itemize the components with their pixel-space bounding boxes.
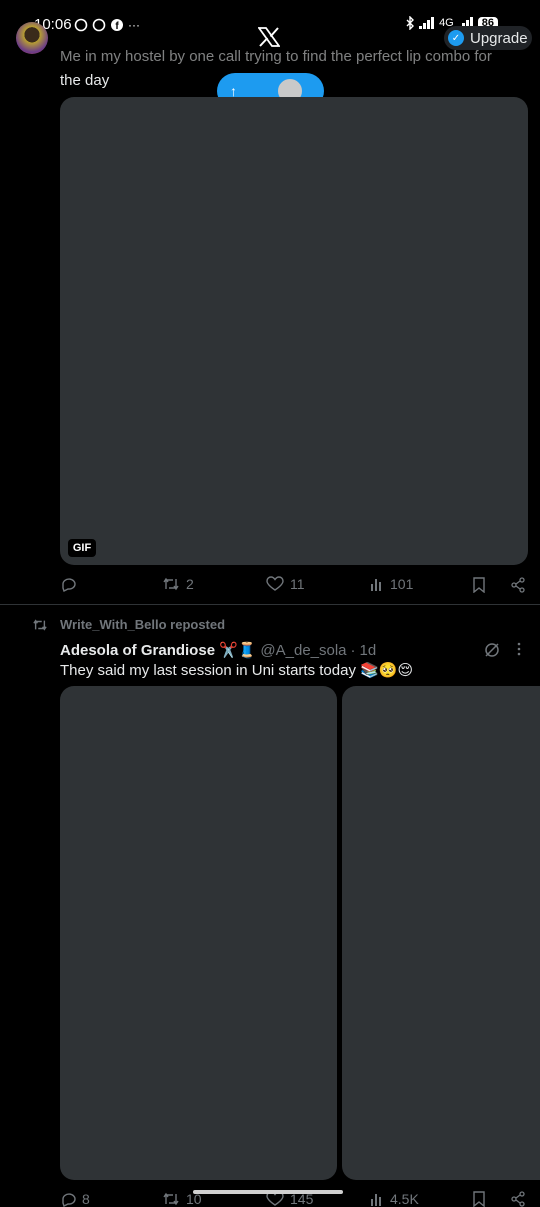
heart-icon bbox=[266, 576, 284, 591]
bluetooth-icon bbox=[406, 16, 415, 30]
upgrade-button[interactable]: ✓ Upgrade bbox=[444, 26, 532, 50]
reply-icon bbox=[62, 1193, 76, 1207]
home-indicator[interactable] bbox=[193, 1190, 343, 1194]
repost-icon bbox=[33, 618, 47, 631]
tweet-divider bbox=[0, 604, 540, 605]
author-name[interactable]: Adesola of Grandiose bbox=[60, 642, 215, 659]
whatsapp-business-icon bbox=[92, 18, 106, 32]
reply-icon bbox=[62, 578, 76, 592]
views-button[interactable]: 101 bbox=[370, 576, 413, 592]
reply-count: 8 bbox=[82, 1191, 90, 1207]
bookmark-button[interactable] bbox=[472, 577, 486, 593]
grok-icon[interactable] bbox=[484, 642, 500, 658]
reply-button[interactable]: 8 bbox=[60, 1191, 90, 1207]
share-icon bbox=[511, 577, 525, 593]
more-notifications-icon: ··· bbox=[128, 18, 140, 32]
tweet-text-line: the day bbox=[60, 72, 110, 89]
views-count: 101 bbox=[390, 576, 414, 592]
like-button[interactable]: 11 bbox=[266, 576, 305, 592]
gif-badge: GIF bbox=[68, 539, 96, 557]
status-notification-icons: f ··· bbox=[74, 18, 140, 32]
bookmark-icon bbox=[473, 577, 485, 593]
tweet-text: They said my last session in Uni starts … bbox=[60, 662, 414, 679]
post-time[interactable]: 1d bbox=[360, 642, 377, 659]
facebook-icon: f bbox=[111, 19, 123, 32]
repost-icon bbox=[163, 577, 179, 591]
views-count: 4.5K bbox=[390, 1191, 419, 1207]
bookmark-icon bbox=[473, 1191, 485, 1207]
x-logo-icon[interactable] bbox=[258, 27, 280, 47]
tweet-text-partial: Me in my hostel by one call trying to fi… bbox=[60, 48, 492, 65]
share-button[interactable] bbox=[510, 577, 526, 593]
like-count: 11 bbox=[290, 576, 305, 592]
more-options-icon[interactable] bbox=[517, 642, 521, 656]
tweet-image-1[interactable] bbox=[60, 686, 337, 1180]
reply-button[interactable] bbox=[60, 576, 82, 592]
upgrade-label: Upgrade bbox=[470, 29, 528, 47]
tweet-image-2[interactable] bbox=[342, 686, 540, 1180]
author-name-emoji: ✂️🧵 bbox=[219, 642, 257, 659]
tweet-gif-media[interactable] bbox=[60, 97, 528, 565]
repost-context-label: Write_With_Bello reposted bbox=[60, 617, 226, 632]
repost-count: 2 bbox=[186, 576, 194, 592]
author-handle[interactable]: @A_de_sola bbox=[260, 642, 346, 659]
whatsapp-icon bbox=[74, 18, 88, 32]
repost-context[interactable]: Write_With_Bello reposted bbox=[32, 617, 225, 632]
views-button[interactable]: 4.5K bbox=[370, 1191, 419, 1207]
bookmark-button[interactable] bbox=[472, 1191, 486, 1207]
tweet-author-row: Adesola of Grandiose ✂️🧵 @A_de_sola · 1d bbox=[60, 641, 377, 660]
profile-avatar[interactable] bbox=[16, 22, 48, 54]
repost-button[interactable]: 2 bbox=[162, 576, 194, 592]
verified-badge-icon: ✓ bbox=[448, 30, 464, 46]
signal-icon bbox=[419, 17, 435, 29]
repost-icon bbox=[163, 1192, 179, 1206]
share-icon bbox=[511, 1191, 525, 1207]
share-button[interactable] bbox=[510, 1191, 526, 1207]
views-chart-icon bbox=[371, 579, 381, 591]
views-chart-icon bbox=[371, 1194, 381, 1206]
meta-separator: · bbox=[350, 641, 356, 659]
